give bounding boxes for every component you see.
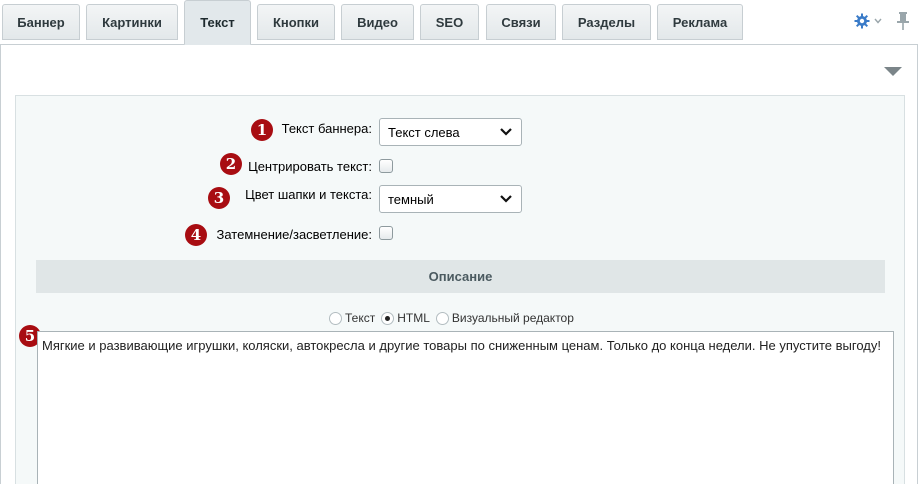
description-section-heading: Описание bbox=[36, 260, 885, 293]
tab-buttons[interactable]: Кнопки bbox=[257, 4, 335, 40]
center-text-checkbox[interactable] bbox=[379, 159, 393, 173]
tab-banner[interactable]: Баннер bbox=[2, 4, 80, 40]
pin-icon bbox=[897, 12, 909, 30]
tab-links[interactable]: Связи bbox=[486, 4, 556, 40]
chevron-down-icon bbox=[874, 18, 882, 24]
pin-button[interactable] bbox=[896, 10, 910, 32]
tab-images[interactable]: Картинки bbox=[86, 4, 178, 40]
mode-text-radio[interactable] bbox=[329, 311, 342, 325]
tab-video[interactable]: Видео bbox=[341, 4, 414, 40]
mode-visual-radio[interactable] bbox=[435, 311, 449, 325]
text-settings-panel: 1 Текст баннера: Текст слева 2 Центриров… bbox=[15, 95, 905, 484]
editor-mode-selector: Текст HTML Визуальный редактор bbox=[329, 310, 580, 326]
collapse-arrow-icon[interactable] bbox=[884, 67, 902, 76]
mode-html-radio[interactable] bbox=[381, 311, 395, 325]
dimming-label: Затемнение/засветление: bbox=[216, 227, 372, 242]
tab-seo[interactable]: SEO bbox=[420, 4, 479, 40]
banner-text-label: Текст баннера: bbox=[281, 121, 372, 136]
tab-sections[interactable]: Разделы bbox=[562, 4, 651, 40]
banner-text-select[interactable]: Текст слева bbox=[379, 118, 522, 146]
banner-text-row: 1 Текст баннера: Текст слева bbox=[16, 118, 906, 148]
tab-content: 1 Текст баннера: Текст слева 2 Центриров… bbox=[0, 45, 918, 484]
header-color-label: Цвет шапки и текста: bbox=[245, 187, 372, 202]
tab-text[interactable]: Текст bbox=[184, 0, 251, 45]
center-text-row: 2 Центрировать текст: bbox=[16, 153, 906, 183]
header-color-row: 3 Цвет шапки и текста: темный bbox=[16, 185, 906, 215]
dimming-row: 4 Затемнение/засветление: bbox=[16, 220, 906, 250]
step-badge-3: 3 bbox=[208, 187, 230, 209]
mode-html-label[interactable]: HTML bbox=[397, 311, 430, 325]
dimming-checkbox[interactable] bbox=[379, 226, 393, 240]
banner-text-select-value: Текст слева bbox=[388, 124, 460, 140]
tab-ads[interactable]: Реклама bbox=[657, 4, 743, 40]
settings-menu-button[interactable] bbox=[854, 12, 882, 30]
step-badge-4: 4 bbox=[185, 224, 207, 246]
chevron-down-icon bbox=[500, 195, 512, 203]
chevron-down-icon bbox=[500, 128, 512, 136]
header-color-select-value: темный bbox=[388, 191, 434, 207]
step-badge-1: 1 bbox=[251, 119, 273, 141]
center-text-label: Центрировать текст: bbox=[248, 159, 372, 174]
step-badge-2: 2 bbox=[220, 153, 242, 175]
description-textarea[interactable]: Мягкие и развивающие игрушки, коляски, а… bbox=[37, 331, 894, 484]
header-color-select[interactable]: темный bbox=[379, 185, 522, 213]
mode-text-label[interactable]: Текст bbox=[345, 311, 375, 325]
gear-icon bbox=[854, 13, 870, 29]
tab-bar: Баннер Картинки Текст Кнопки Видео SEO С… bbox=[0, 0, 918, 45]
mode-visual-label[interactable]: Визуальный редактор bbox=[452, 311, 574, 325]
